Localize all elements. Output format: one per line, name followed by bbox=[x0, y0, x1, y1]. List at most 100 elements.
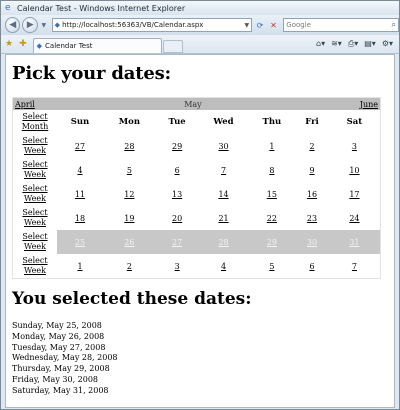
back-icon[interactable]: ◀ bbox=[5, 17, 21, 33]
day-link[interactable]: 18 bbox=[75, 214, 85, 223]
day-link[interactable]: 19 bbox=[124, 214, 134, 223]
selected-date: Monday, May 26, 2008 bbox=[12, 331, 105, 341]
favorites-bar: ★ ✚ ◆ Calendar Test ⌂▾ ≋▾ ⎙▾ ▤▾ ⚙▾ bbox=[1, 35, 399, 54]
day-link[interactable]: 4 bbox=[221, 262, 226, 271]
day-link[interactable]: 30 bbox=[307, 238, 317, 247]
day-link[interactable]: 1 bbox=[269, 142, 274, 151]
day-link[interactable]: 29 bbox=[172, 142, 182, 151]
select-week-link[interactable]: Select Week bbox=[22, 256, 47, 275]
url-dropdown-icon[interactable]: ▼ bbox=[245, 22, 250, 29]
refresh-icon[interactable]: ⟳ bbox=[254, 19, 266, 31]
day-link[interactable]: 29 bbox=[267, 238, 277, 247]
select-week-link[interactable]: Select Week bbox=[22, 136, 47, 155]
day-link[interactable]: 7 bbox=[352, 262, 357, 271]
day-link[interactable]: 5 bbox=[269, 262, 274, 271]
add-favorites-icon[interactable]: ✚ bbox=[19, 39, 27, 49]
day-link[interactable]: 24 bbox=[349, 214, 359, 223]
search-input[interactable]: Google ⌕ bbox=[283, 18, 399, 32]
day-link[interactable]: 14 bbox=[218, 190, 228, 199]
day-link[interactable]: 20 bbox=[172, 214, 182, 223]
address-bar: ◀ ▶ ▼ ◆ http://localhost:56363/VB/Calend… bbox=[1, 15, 399, 35]
feeds-icon[interactable]: ≋▾ bbox=[331, 39, 342, 49]
new-tab-button[interactable] bbox=[162, 40, 183, 53]
page-menu-icon[interactable]: ▤▾ bbox=[364, 39, 376, 49]
day-cell: 28 bbox=[103, 134, 156, 158]
day-cell: 11 bbox=[57, 182, 103, 206]
selected-date: Thursday, May 29, 2008 bbox=[12, 364, 110, 374]
home-icon[interactable]: ⌂▾ bbox=[316, 39, 325, 49]
select-week-link[interactable]: Select Week bbox=[22, 184, 47, 203]
next-month-link[interactable]: June bbox=[360, 100, 378, 109]
tools-menu-icon[interactable]: ⚙▾ bbox=[382, 39, 393, 49]
day-cell: 13 bbox=[156, 182, 199, 206]
url-input[interactable]: ◆ http://localhost:56363/VB/Calendar.asp… bbox=[51, 18, 253, 32]
day-link[interactable]: 5 bbox=[127, 166, 132, 175]
selected-date: Friday, May 30, 2008 bbox=[12, 374, 99, 384]
day-cell: 4 bbox=[198, 254, 248, 279]
day-link[interactable]: 2 bbox=[127, 262, 132, 271]
day-cell: 7 bbox=[329, 254, 381, 279]
selected-dates-list: Sunday, May 25, 2008 Monday, May 26, 2008… bbox=[12, 321, 118, 397]
day-link[interactable]: 28 bbox=[124, 142, 134, 151]
day-link[interactable]: 17 bbox=[349, 190, 359, 199]
history-dropdown-icon[interactable]: ▼ bbox=[40, 18, 48, 32]
day-link[interactable]: 6 bbox=[309, 262, 314, 271]
day-link[interactable]: 4 bbox=[77, 166, 82, 175]
day-link[interactable]: 27 bbox=[172, 238, 182, 247]
month-title: May bbox=[57, 97, 329, 110]
day-link[interactable]: 10 bbox=[349, 166, 359, 175]
search-icon[interactable]: ⌕ bbox=[392, 20, 396, 30]
day-link[interactable]: 8 bbox=[269, 166, 274, 175]
day-link[interactable]: 28 bbox=[218, 238, 228, 247]
day-link[interactable]: 1 bbox=[77, 262, 82, 271]
day-link[interactable]: 25 bbox=[75, 238, 85, 247]
day-link[interactable]: 6 bbox=[175, 166, 180, 175]
forward-icon[interactable]: ▶ bbox=[22, 17, 38, 33]
day-link[interactable]: 11 bbox=[75, 190, 85, 199]
day-link[interactable]: 7 bbox=[221, 166, 226, 175]
day-link[interactable]: 26 bbox=[124, 238, 134, 247]
select-week-link[interactable]: Select Week bbox=[22, 160, 47, 179]
selected-date: Sunday, May 25, 2008 bbox=[12, 321, 102, 330]
window-title: Calendar Test - Windows Internet Explore… bbox=[17, 3, 186, 13]
day-link[interactable]: 3 bbox=[352, 142, 357, 151]
day-cell: 21 bbox=[198, 206, 248, 230]
day-link[interactable]: 16 bbox=[307, 190, 317, 199]
select-week-link[interactable]: Select Week bbox=[22, 232, 47, 251]
day-link[interactable]: 31 bbox=[349, 238, 359, 247]
day-cell: 16 bbox=[295, 182, 329, 206]
day-cell: 12 bbox=[103, 182, 156, 206]
day-link[interactable]: 13 bbox=[172, 190, 182, 199]
browser-window: e Calendar Test - Windows Internet Explo… bbox=[0, 0, 400, 410]
day-cell: 3 bbox=[156, 254, 199, 279]
day-link[interactable]: 21 bbox=[218, 214, 228, 223]
select-week-cell: Select Week bbox=[13, 230, 58, 254]
print-icon[interactable]: ⎙▾ bbox=[348, 39, 358, 49]
day-cell: 2 bbox=[103, 254, 156, 279]
tab-calendar-test[interactable]: ◆ Calendar Test bbox=[32, 38, 162, 53]
day-link[interactable]: 30 bbox=[218, 142, 228, 151]
day-header: Mon bbox=[118, 117, 141, 127]
day-link[interactable]: 3 bbox=[175, 262, 180, 271]
day-link[interactable]: 2 bbox=[309, 142, 314, 151]
stop-icon[interactable]: ✕ bbox=[268, 19, 280, 31]
day-cell: 6 bbox=[156, 158, 199, 182]
day-link[interactable]: 22 bbox=[267, 214, 277, 223]
prev-month-link[interactable]: April bbox=[15, 100, 35, 109]
day-link[interactable]: 12 bbox=[124, 190, 134, 199]
week-row: Select Week 4 5 6 7 8 9 10 bbox=[13, 158, 381, 182]
day-cell: 3 bbox=[329, 134, 381, 158]
day-cell: 9 bbox=[295, 158, 329, 182]
day-cell: 8 bbox=[249, 158, 295, 182]
select-week-link[interactable]: Select Week bbox=[22, 208, 47, 227]
day-link[interactable]: 15 bbox=[267, 190, 277, 199]
next-month-cell: June bbox=[328, 97, 381, 110]
day-link[interactable]: 27 bbox=[75, 142, 85, 151]
day-link[interactable]: 23 bbox=[307, 214, 317, 223]
day-cell: 14 bbox=[198, 182, 248, 206]
day-link[interactable]: 9 bbox=[309, 166, 314, 175]
select-month-link[interactable]: Select Month bbox=[22, 112, 49, 131]
day-cell: 5 bbox=[249, 254, 295, 279]
favorites-star-icon[interactable]: ★ bbox=[5, 39, 13, 49]
day-cell: 4 bbox=[57, 158, 103, 182]
